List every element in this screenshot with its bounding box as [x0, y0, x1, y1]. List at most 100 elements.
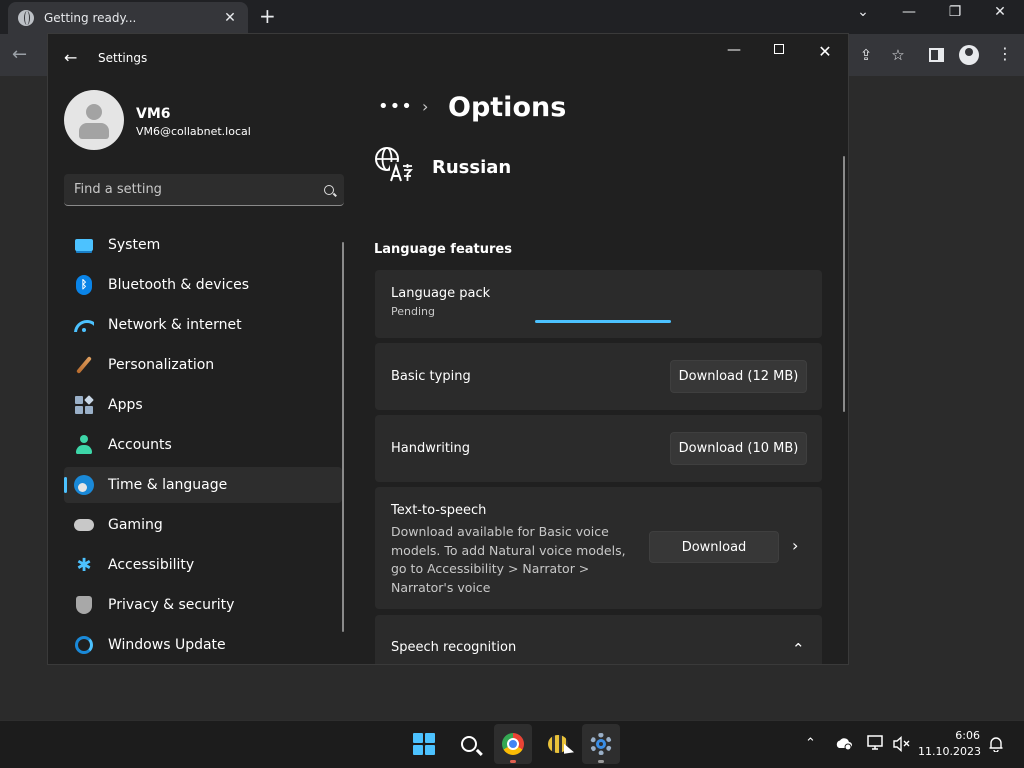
close-icon[interactable]: ✕ [815, 42, 835, 61]
sidebar-item-label: Time & language [108, 477, 228, 493]
language-name: Russian [432, 157, 512, 178]
browser-close-icon[interactable]: ✕ [985, 4, 1015, 20]
new-tab-icon[interactable]: + [259, 6, 276, 26]
card-title: Basic typing [391, 369, 471, 384]
browser-menu-icon[interactable]: ⋮ [997, 44, 1013, 63]
user-email: VM6@collabnet.local [136, 125, 251, 138]
sidebar-item-time-language[interactable]: Time & language [64, 467, 342, 503]
status-text: Pending [391, 305, 435, 318]
sidebar-item-personalization[interactable]: Personalization [64, 347, 342, 383]
chevron-right-icon[interactable]: › [792, 536, 798, 555]
sidebar-item-label: Apps [108, 397, 143, 413]
sidebar-item-label: Privacy & security [108, 597, 235, 613]
bluetooth-icon: ᛒ [74, 275, 94, 295]
sidebar-item-label: System [108, 237, 161, 253]
tab-close-icon[interactable]: ✕ [222, 10, 238, 26]
sidebar-item-label: Bluetooth & devices [108, 277, 250, 293]
breadcrumb-separator: › [422, 97, 429, 116]
sidebar-item-privacy[interactable]: Privacy & security [64, 587, 342, 623]
content-scrollbar[interactable] [843, 156, 845, 412]
network-icon[interactable] [867, 735, 885, 751]
sidebar-nav: System ᛒ Bluetooth & devices Network & i… [64, 227, 342, 664]
running-indicator [598, 760, 604, 763]
browser-minimize-icon[interactable]: — [894, 4, 924, 20]
onedrive-icon[interactable] [835, 736, 853, 750]
sidebar-item-label: Network & internet [108, 317, 242, 333]
card-title: Language pack [391, 286, 491, 301]
tab-search-icon[interactable]: ⌄ [848, 4, 878, 20]
shield-icon [74, 595, 94, 615]
wifi-icon [74, 315, 94, 335]
download-basic-typing-button[interactable]: Download (12 MB) [670, 360, 807, 393]
chrome-icon [502, 733, 524, 755]
browser-back-icon[interactable]: ← [12, 44, 27, 65]
basic-typing-card: Basic typing Download (12 MB) [375, 343, 822, 410]
system-icon [74, 235, 94, 255]
speech-recognition-card[interactable]: Speech recognition ⌃ [375, 615, 822, 664]
speaker-muted-icon[interactable] [893, 736, 911, 752]
sidebar-item-windows-update[interactable]: Windows Update [64, 627, 342, 663]
sidebar-item-label: Personalization [108, 357, 215, 373]
browser-tab[interactable]: Getting ready... ✕ [8, 2, 248, 34]
settings-window: ← Settings — ✕ VM6 VM6@collabnet.local S… [47, 33, 849, 665]
clock-date[interactable]: 11.10.2023 [918, 745, 981, 758]
handwriting-card: Handwriting Download (10 MB) [375, 415, 822, 482]
globe-icon [18, 10, 34, 26]
profile-icon[interactable] [959, 45, 979, 65]
page-title: Options [448, 92, 567, 123]
browser-tab-title: Getting ready... [44, 11, 137, 25]
clock-time[interactable]: 6:06 [940, 729, 980, 742]
settings-gear-icon [590, 733, 612, 755]
sidebar-item-bluetooth[interactable]: ᛒ Bluetooth & devices [64, 267, 342, 303]
minimize-icon[interactable]: — [724, 42, 744, 58]
search-icon [461, 736, 477, 752]
progress-fill [535, 320, 671, 323]
sidebar-item-apps[interactable]: Apps [64, 387, 342, 423]
breadcrumb-more-button[interactable]: ••• [378, 96, 413, 117]
controller-icon [74, 515, 94, 535]
section-title: Language features [374, 242, 512, 257]
search-icon[interactable] [324, 184, 334, 195]
card-title: Text-to-speech [391, 503, 487, 518]
download-handwriting-button[interactable]: Download (10 MB) [670, 432, 807, 465]
card-title: Handwriting [391, 441, 471, 456]
progress-bar [535, 320, 671, 323]
sidebar-item-label: Windows Update [108, 637, 226, 653]
sidebar-item-accounts[interactable]: Accounts [64, 427, 342, 463]
sidebar-item-label: Accounts [108, 437, 172, 453]
notification-bell-icon[interactable] [989, 736, 1003, 752]
search-box[interactable] [64, 174, 344, 206]
start-icon [413, 733, 435, 755]
text-to-speech-card[interactable]: Text-to-speech Download available for Ba… [375, 487, 822, 609]
start-button[interactable] [405, 724, 443, 764]
maximize-icon[interactable] [769, 42, 789, 58]
side-panel-icon[interactable] [929, 48, 944, 62]
user-name: VM6 [136, 106, 171, 122]
sidebar-item-network[interactable]: Network & internet [64, 307, 342, 343]
update-icon [74, 635, 94, 655]
bookmark-star-icon[interactable]: ☆ [887, 46, 909, 64]
settings-back-icon[interactable]: ← [64, 48, 77, 67]
sidebar-item-system[interactable]: System [64, 227, 342, 263]
brush-icon [74, 355, 94, 375]
taskbar-settings[interactable] [582, 724, 620, 764]
globe-clock-icon [74, 475, 94, 495]
person-icon [74, 435, 94, 455]
sidebar-item-gaming[interactable]: Gaming [64, 507, 342, 543]
search-input[interactable] [74, 182, 324, 197]
card-description: Download available for Basic voice model… [391, 524, 626, 595]
chevron-up-icon[interactable]: ⌃ [792, 640, 805, 658]
sidebar-scrollbar[interactable] [342, 242, 344, 632]
avatar[interactable] [64, 90, 124, 150]
tray-overflow-icon[interactable]: ⌃ [805, 736, 816, 751]
taskbar-chrome[interactable] [494, 724, 532, 764]
accessibility-icon: ✱ [76, 554, 92, 576]
language-icon [375, 147, 413, 182]
download-tts-button[interactable]: Download [649, 531, 779, 563]
apps-icon [74, 395, 94, 415]
taskbar-search-button[interactable] [450, 724, 488, 764]
running-indicator [510, 760, 516, 763]
browser-restore-icon[interactable]: ❐ [940, 4, 970, 20]
share-icon[interactable]: ⇪ [855, 46, 877, 64]
sidebar-item-accessibility[interactable]: ✱ Accessibility [64, 547, 342, 583]
